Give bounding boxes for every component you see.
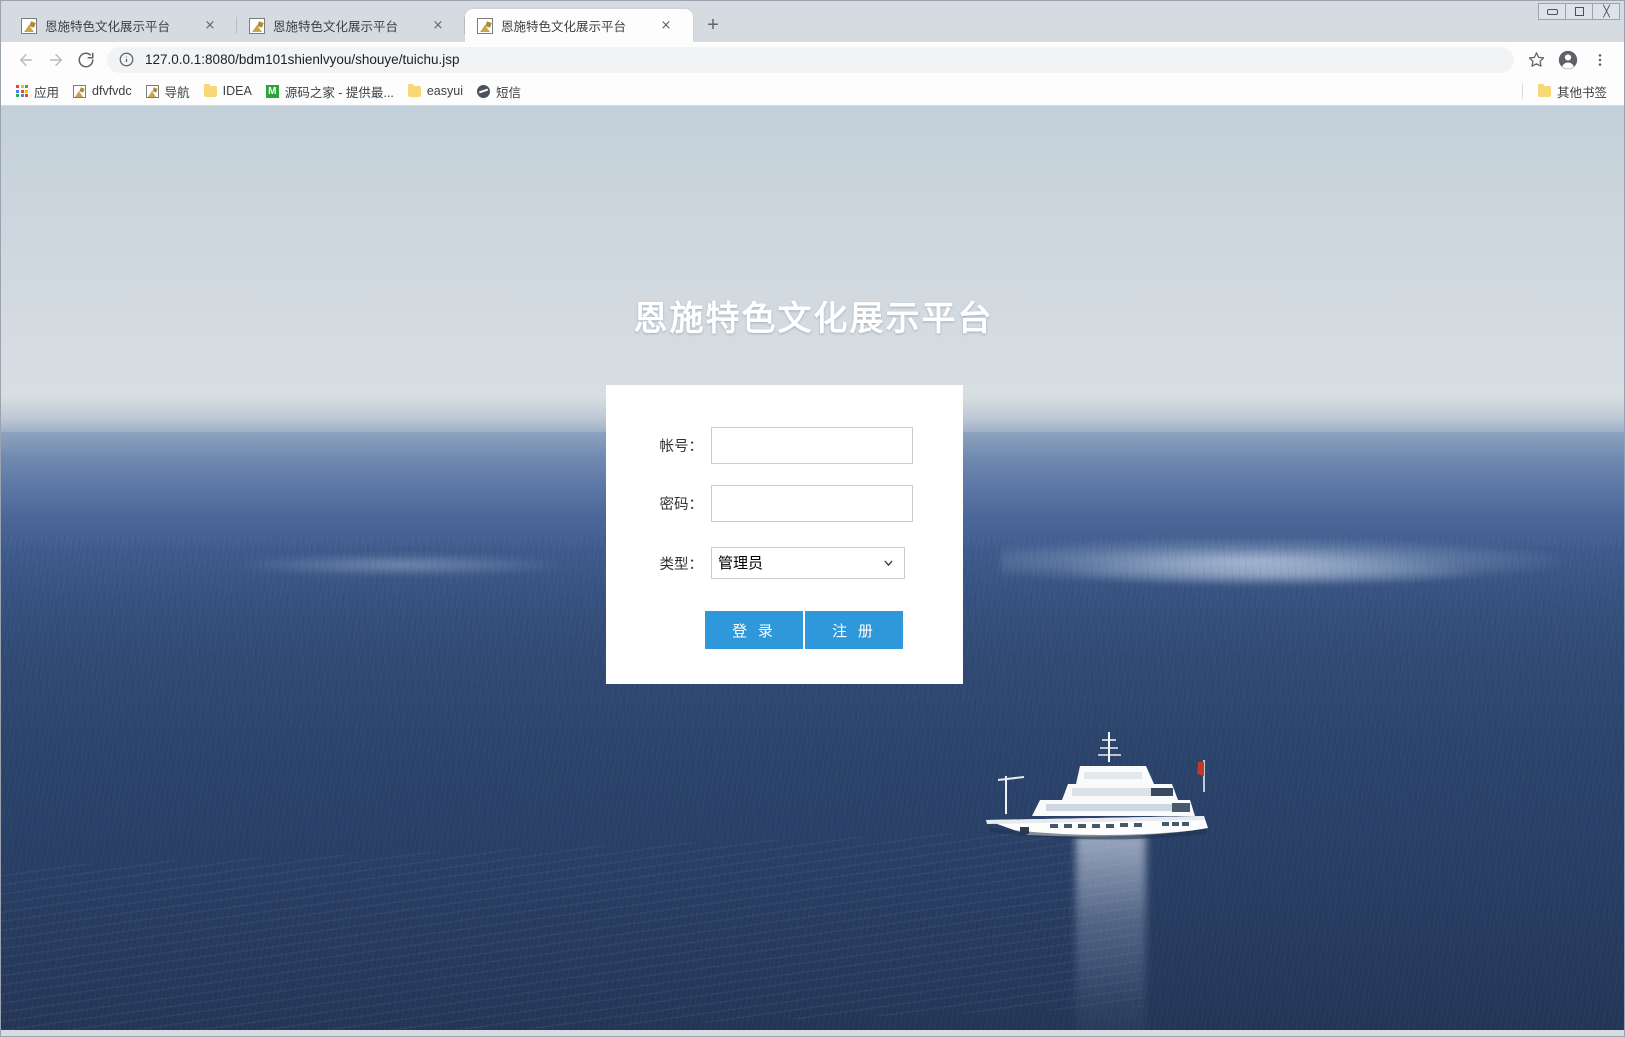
close-button[interactable]: ╳	[1592, 3, 1620, 20]
browser-toolbar: 127.0.0.1:8080/bdm101shienlvyou/shouye/t…	[1, 42, 1624, 77]
type-row: 类型： 管理员 用户	[646, 547, 905, 579]
bookmark-duanxin[interactable]: 短信	[470, 80, 528, 102]
browser-tab-3-active[interactable]: 恩施特色文化展示平台 ×	[465, 9, 693, 42]
account-row: 帐号：	[646, 427, 913, 464]
bookmark-label: 应用	[34, 85, 60, 100]
sea-glint	[241, 554, 561, 576]
page-title: 恩施特色文化展示平台	[633, 299, 994, 339]
profile-avatar-icon[interactable]	[1554, 46, 1582, 74]
tab-title: 恩施特色文化展示平台	[45, 20, 171, 34]
site-favicon-icon	[73, 84, 87, 98]
login-card: 帐号： 密码： 类型： 管理员 用户	[606, 385, 963, 684]
site-favicon-icon	[145, 84, 159, 98]
bookmark-easyui[interactable]: easyui	[401, 80, 470, 102]
login-button[interactable]: 登 录	[705, 611, 803, 649]
password-row: 密码：	[646, 485, 913, 522]
page-info-icon[interactable]	[119, 52, 137, 67]
bookmarks-divider	[1521, 83, 1523, 99]
address-bar[interactable]: 127.0.0.1:8080/bdm101shienlvyou/shouye/t…	[107, 46, 1514, 73]
tab-favicon-icon	[249, 17, 265, 34]
bookmark-label: 短信	[496, 85, 522, 100]
yacht-illustration	[986, 732, 1208, 840]
bookmark-label: dfvfvdc	[92, 84, 132, 98]
maximize-button[interactable]	[1565, 3, 1593, 20]
bookmarks-bar: 应用 dfvfvdc 导航 IDEA M 源码之家 - 提供最... easyu…	[1, 77, 1624, 106]
tab-title: 恩施特色文化展示平台	[273, 20, 399, 34]
bookmark-apps[interactable]: 应用	[9, 80, 66, 102]
type-select-wrapper: 管理员 用户	[711, 547, 905, 579]
window-controls: ╳	[1538, 3, 1620, 20]
tab-strip: 恩施特色文化展示平台 × 恩施特色文化展示平台 × 恩施特色文化展示平台 × +…	[1, 1, 1624, 42]
account-label: 帐号：	[659, 439, 704, 455]
bookmark-label: 源码之家 - 提供最...	[284, 85, 394, 100]
bookmark-other[interactable]: 其他书签	[1531, 80, 1614, 102]
m-green-icon: M	[265, 84, 279, 98]
other-bookmarks-area: 其他书签	[1521, 80, 1614, 102]
chrome-menu-icon[interactable]	[1586, 46, 1614, 74]
tab-title: 恩施特色文化展示平台	[501, 20, 627, 34]
folder-icon	[203, 83, 217, 97]
tab-favicon-icon	[21, 17, 37, 34]
reload-icon[interactable]	[71, 45, 101, 75]
bookmark-daohang[interactable]: 导航	[139, 80, 197, 102]
register-button[interactable]: 注 册	[805, 611, 903, 649]
browser-tab-2[interactable]: 恩施特色文化展示平台 ×	[237, 9, 465, 42]
bookmark-label: 其他书签	[1556, 85, 1607, 100]
sea-glint	[1061, 558, 1481, 586]
minimize-button[interactable]	[1538, 3, 1566, 20]
account-input[interactable]	[711, 427, 913, 464]
back-arrow-icon[interactable]	[11, 45, 41, 75]
apps-grid-icon	[16, 85, 28, 97]
form-buttons: 登 录 注 册	[705, 611, 903, 649]
bookmark-idea[interactable]: IDEA	[197, 80, 259, 102]
bookmark-label: IDEA	[222, 84, 252, 98]
new-tab-button[interactable]: +	[699, 11, 727, 39]
sea-near-layer	[1, 731, 1624, 1032]
globe-icon	[477, 84, 490, 98]
bookmark-label: easyui	[426, 84, 463, 98]
address-bar-url: 127.0.0.1:8080/bdm101shienlvyou/shouye/t…	[145, 52, 460, 67]
window-bottom-border	[1, 1030, 1624, 1036]
sky-layer	[1, 106, 1624, 418]
browser-tab-1[interactable]: 恩施特色文化展示平台 ×	[9, 9, 237, 42]
password-input[interactable]	[711, 485, 913, 522]
password-label: 密码：	[659, 497, 704, 513]
bookmark-yuanmazhijia[interactable]: M 源码之家 - 提供最...	[259, 80, 401, 102]
folder-icon	[1537, 83, 1551, 97]
folder-icon	[407, 83, 421, 97]
bookmark-dfvfvdc[interactable]: dfvfvdc	[66, 80, 139, 102]
page-viewport: 恩施特色文化展示平台 帐号： 密码： 类型： 管理员 用户	[1, 106, 1624, 1032]
tab-close-icon[interactable]: ×	[655, 15, 677, 37]
browser-window: 恩施特色文化展示平台 × 恩施特色文化展示平台 × 恩施特色文化展示平台 × +…	[0, 0, 1625, 1037]
forward-arrow-icon[interactable]	[41, 45, 71, 75]
tab-close-icon[interactable]: ×	[427, 15, 449, 37]
bookmark-label: 导航	[164, 85, 190, 100]
type-select[interactable]: 管理员 用户	[711, 547, 905, 579]
tab-close-icon[interactable]: ×	[199, 15, 221, 37]
tab-favicon-icon	[477, 17, 493, 34]
bookmark-star-icon[interactable]	[1522, 46, 1550, 74]
type-label: 类型：	[659, 556, 704, 573]
